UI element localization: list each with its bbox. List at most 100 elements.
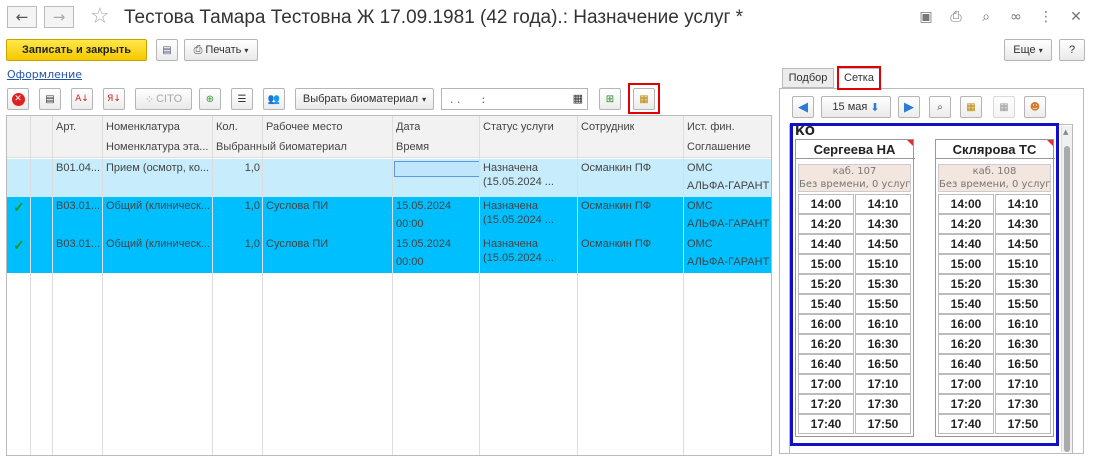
cell-agreement: АЛЬФА-ГАРАНТ bbox=[687, 180, 770, 192]
cell-time: 00:00 bbox=[396, 218, 424, 230]
print-menu-button[interactable]: ⎙ Печать ▾ bbox=[184, 39, 258, 61]
dropdown-arrow-icon: ▾ bbox=[244, 45, 249, 55]
calendar-button[interactable]: ▦ bbox=[960, 96, 982, 118]
cell-status: Назначена bbox=[483, 238, 538, 250]
date-edit-cell[interactable] bbox=[394, 161, 480, 177]
cito-button[interactable]: ⁘ CITO bbox=[135, 88, 192, 110]
sort-desc-button[interactable]: Я↓ bbox=[103, 88, 125, 110]
cell-employee: Османкин ПФ bbox=[581, 238, 652, 250]
favorite-star-icon[interactable]: ☆ bbox=[90, 4, 110, 29]
add-button[interactable]: ⊕ bbox=[199, 88, 221, 110]
cell-status-detail: (15.05.2024 ... bbox=[483, 214, 554, 226]
header-cell[interactable]: Ист. фин. bbox=[687, 121, 735, 133]
list-button[interactable]: ☰ bbox=[231, 88, 253, 110]
highlight-grid-button bbox=[628, 83, 660, 114]
select-biomaterial-button[interactable]: Выбрать биоматериал ▾ bbox=[295, 88, 434, 110]
cell-fin: ОМС bbox=[687, 238, 713, 250]
sort-desc-icon: Я↓ bbox=[107, 94, 121, 104]
table-icon: ▦ bbox=[999, 101, 1009, 113]
header-cell-sub[interactable]: Номенклатура эта... bbox=[106, 141, 208, 153]
header-cell-sub[interactable]: Выбранный биоматериал bbox=[216, 141, 347, 153]
scrollbar[interactable]: ▲ bbox=[1061, 126, 1072, 452]
cell-date: 15.05.2024 bbox=[396, 200, 452, 212]
cell-name: Общий (клиническ... bbox=[106, 238, 210, 250]
arrow-left-icon: ◀ bbox=[798, 99, 808, 115]
check-icon[interactable]: ✓ bbox=[13, 237, 25, 254]
cell-name: Прием (осмотр, ко... bbox=[106, 162, 210, 174]
cell-status: Назначена bbox=[483, 162, 538, 174]
cell-fin: ОМС bbox=[687, 200, 713, 212]
more-button[interactable]: Еще ▾ bbox=[1004, 39, 1052, 61]
arrow-right-icon: ▶ bbox=[904, 99, 914, 115]
arrow-left-icon: ← bbox=[15, 8, 29, 26]
forward-button[interactable]: → bbox=[44, 6, 74, 28]
prev-day-button[interactable]: ◀ bbox=[792, 96, 814, 118]
column-divider bbox=[577, 116, 578, 455]
floppy-icon: ▤ bbox=[162, 44, 172, 56]
header-cell[interactable]: Арт. bbox=[56, 121, 76, 133]
date-field[interactable]: . . : ▦ bbox=[441, 88, 588, 110]
sort-asc-button[interactable]: А↓ bbox=[71, 88, 93, 110]
printer-icon: ⎙ bbox=[193, 43, 203, 56]
select-biomaterial-label: Выбрать биоматериал bbox=[302, 93, 419, 105]
dropdown-arrow-icon: ▾ bbox=[422, 94, 427, 104]
more-menu-icon[interactable]: ⋮ bbox=[1037, 8, 1055, 26]
preview-icon[interactable]: ⌕ bbox=[977, 8, 995, 26]
link-icon[interactable]: ∞ bbox=[1007, 8, 1025, 26]
scroll-up-icon[interactable]: ▲ bbox=[1063, 128, 1068, 136]
column-divider bbox=[683, 116, 684, 455]
date-picker-label: 15 мая bbox=[832, 101, 868, 113]
cell-time: 00:00 bbox=[396, 256, 424, 268]
cell-employee: Османкин ПФ bbox=[581, 162, 652, 174]
column-divider bbox=[212, 116, 213, 455]
add-document-icon: ⊕ bbox=[205, 93, 215, 105]
header-cell[interactable]: Статус услуги bbox=[483, 121, 554, 133]
cell-workplace: Суслова ПИ bbox=[266, 200, 329, 212]
save-button[interactable]: ▤ bbox=[156, 39, 178, 61]
print-label: Печать bbox=[205, 44, 242, 56]
header-cell[interactable]: Кол. bbox=[216, 121, 238, 133]
close-icon[interactable]: ✕ bbox=[1067, 8, 1085, 26]
list-icon: ☰ bbox=[237, 93, 247, 105]
tab-podbor[interactable]: Подбор bbox=[782, 68, 834, 88]
header-cell-sub[interactable]: Время bbox=[396, 141, 429, 153]
users-button[interactable]: 👥 bbox=[263, 88, 285, 110]
calendar-icon[interactable]: ▦ bbox=[573, 92, 583, 105]
more-label: Еще bbox=[1013, 44, 1036, 56]
cell-employee: Османкин ПФ bbox=[581, 200, 652, 212]
arrow-right-icon: → bbox=[52, 8, 66, 26]
search-icon: ⌕ bbox=[937, 101, 943, 113]
next-day-button[interactable]: ▶ bbox=[898, 96, 920, 118]
user-button[interactable]: ☻ bbox=[1024, 96, 1046, 118]
header-cell[interactable]: Дата bbox=[396, 121, 420, 133]
search-button[interactable]: ⌕ bbox=[929, 96, 951, 118]
save-file-icon[interactable]: ▣ bbox=[917, 8, 935, 26]
column-divider bbox=[30, 116, 31, 455]
print-icon[interactable]: ⎙ bbox=[947, 8, 965, 26]
export-button[interactable]: ⊞ bbox=[599, 88, 621, 110]
save-and-close-button[interactable]: Записать и закрыть bbox=[6, 39, 147, 61]
document-icon: ▤ bbox=[45, 93, 55, 105]
document-button[interactable]: ▤ bbox=[39, 88, 61, 110]
help-button[interactable]: ? bbox=[1059, 39, 1085, 61]
back-button[interactable]: ← bbox=[7, 6, 37, 28]
cell-qty: 1,0 bbox=[244, 238, 260, 250]
scrollbar-thumb[interactable] bbox=[1064, 146, 1070, 452]
cell-agreement: АЛЬФА-ГАРАНТ bbox=[687, 256, 770, 268]
header-cell-sub[interactable]: Соглашение bbox=[687, 141, 751, 153]
cito-label: CITO bbox=[156, 93, 183, 105]
header-cell[interactable]: Сотрудник bbox=[581, 121, 634, 133]
cell-art: B01.04... bbox=[56, 162, 100, 174]
cito-icon: ⁘ bbox=[144, 93, 155, 106]
cell-qty: 1,0 bbox=[244, 162, 260, 174]
design-link[interactable]: Оформление bbox=[7, 68, 82, 81]
cell-art: B03.01... bbox=[56, 200, 100, 212]
cell-art: B03.01... bbox=[56, 238, 100, 250]
cell-date: 15.05.2024 bbox=[396, 238, 452, 250]
header-cell[interactable]: Рабочее место bbox=[266, 121, 343, 133]
delete-button[interactable]: ✕ bbox=[7, 88, 29, 110]
check-icon[interactable]: ✓ bbox=[13, 199, 25, 216]
table-settings-button[interactable]: ▦ bbox=[993, 96, 1015, 118]
header-cell[interactable]: Номенклатура bbox=[106, 121, 180, 133]
date-picker-button[interactable]: 15 мая ⬇ bbox=[821, 96, 891, 118]
